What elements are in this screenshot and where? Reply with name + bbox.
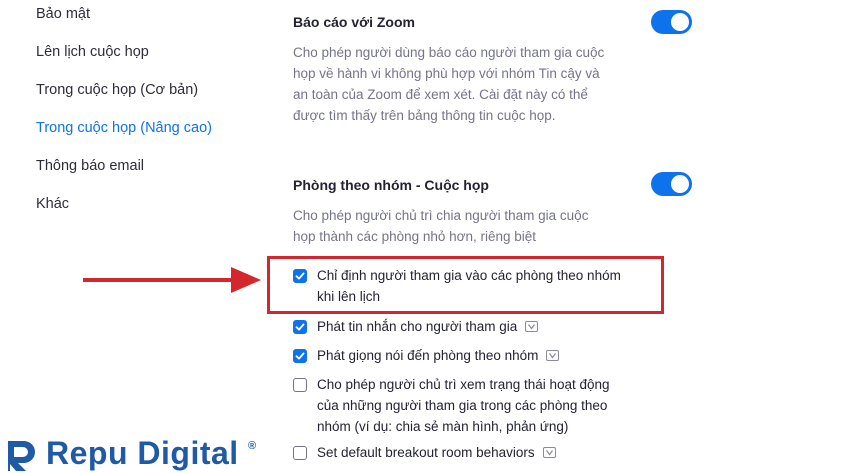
option-label: Cho phép người chủ trì xem trạng thái ho…	[317, 374, 610, 437]
report-zoom-title: Báo cáo với Zoom	[293, 14, 415, 30]
watermark-text: Repu Digital	[46, 435, 239, 471]
option-label-line: của những người tham gia trong các phòng…	[317, 398, 608, 413]
report-zoom-toggle[interactable]	[651, 10, 692, 34]
repu-logo-icon	[8, 441, 35, 471]
red-arrow-icon	[83, 267, 261, 293]
option-label-line: nhóm (ví dụ: chia sẻ màn hình, phản ứng)	[317, 419, 569, 434]
checkbox-icon[interactable]	[293, 378, 307, 392]
breakout-room-title: Phòng theo nhóm - Cuộc họp	[293, 177, 489, 193]
option-label: Phát giọng nói đến phòng theo nhóm	[317, 345, 560, 366]
report-zoom-desc-line: Cho phép người dùng báo cáo người tham g…	[293, 45, 605, 60]
checkbox-icon[interactable]	[293, 320, 307, 334]
highlight-annotation-box	[267, 256, 664, 314]
report-zoom-description: Cho phép người dùng báo cáo người tham g…	[293, 42, 653, 126]
breakout-desc-line: họp thành các phòng nhỏ hơn, riêng biệt	[293, 229, 537, 244]
sidebar-item-in-meeting-advanced[interactable]: Trong cuộc họp (Nâng cao)	[36, 120, 212, 136]
option-label-line: Phát tin nhắn cho người tham gia	[317, 319, 518, 334]
checkbox-icon[interactable]	[293, 446, 307, 460]
sidebar-item-other[interactable]: Khác	[36, 196, 69, 212]
checkbox-icon[interactable]	[293, 349, 307, 363]
option-label: Set default breakout room behaviors	[317, 442, 556, 463]
option-label-line: Cho phép người chủ trì xem trạng thái ho…	[317, 377, 610, 392]
watermark-registered-mark: ®	[248, 440, 257, 452]
option-label: Phát tin nhắn cho người tham gia	[317, 316, 539, 337]
sidebar-item-in-meeting-basic[interactable]: Trong cuộc họp (Cơ bản)	[36, 82, 198, 98]
toggle-knob	[671, 175, 689, 193]
report-zoom-desc-line: an toàn của Zoom để xem xét. Cài đặt này…	[293, 87, 588, 102]
version-badge-icon	[525, 321, 539, 332]
sidebar-item-email-notification[interactable]: Thông báo email	[36, 158, 144, 174]
report-zoom-desc-line: được tìm thấy trên bảng thông tin cuộc h…	[293, 108, 556, 123]
breakout-desc-line: Cho phép người chủ trì chia người tham g…	[293, 208, 589, 223]
version-badge-icon	[546, 350, 560, 361]
option-label-line: Set default breakout room behaviors	[317, 445, 535, 460]
sidebar-item-schedule-meeting[interactable]: Lên lịch cuộc họp	[36, 44, 149, 60]
report-zoom-desc-line: họp về hành vi không phù hợp với nhóm Ti…	[293, 66, 600, 81]
sidebar-item-security[interactable]: Bảo mật	[36, 6, 90, 22]
toggle-knob	[671, 13, 689, 31]
option-label-line: Phát giọng nói đến phòng theo nhóm	[317, 348, 539, 363]
version-badge-icon	[542, 447, 556, 458]
breakout-room-toggle[interactable]	[651, 172, 692, 196]
breakout-room-description: Cho phép người chủ trì chia người tham g…	[293, 205, 653, 247]
